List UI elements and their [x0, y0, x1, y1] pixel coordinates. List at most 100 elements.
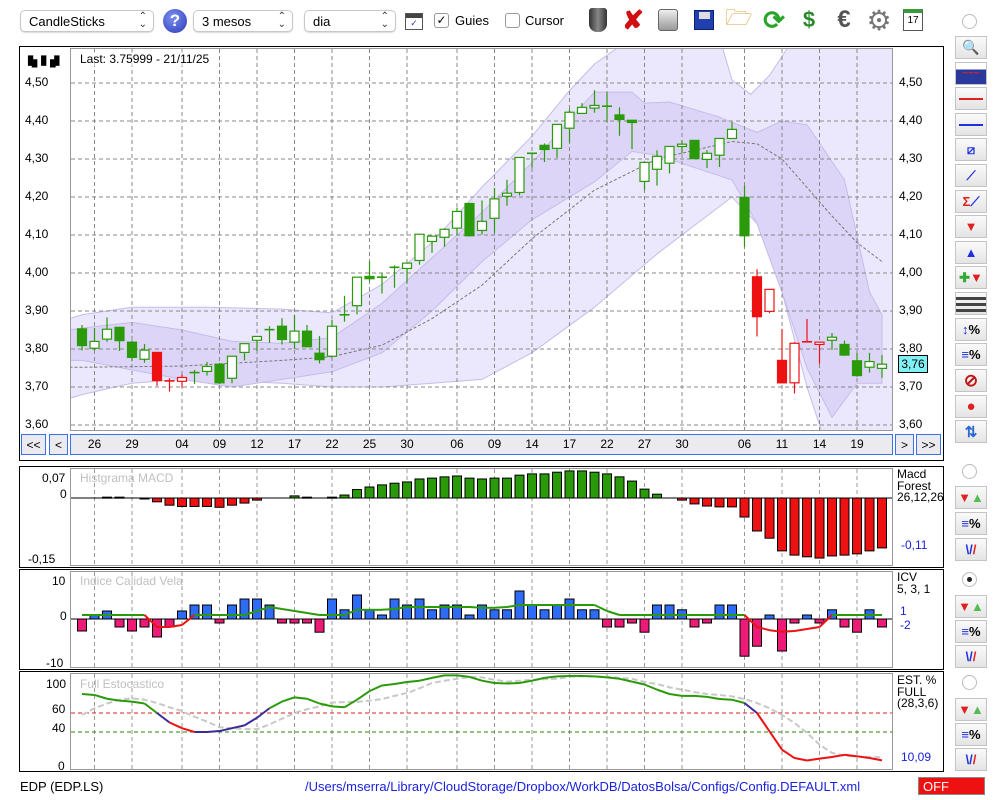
- macd-bar: [302, 496, 312, 499]
- open-folder-icon[interactable]: 🗁: [725, 5, 752, 34]
- candle-body: [451, 210, 463, 229]
- macd-wave-button[interactable]: \//: [955, 538, 987, 561]
- macd-bar: [577, 470, 587, 499]
- stoch-k-segment: [656, 688, 670, 695]
- trash-icon[interactable]: [585, 6, 611, 34]
- nav-first-button[interactable]: <<: [21, 434, 46, 455]
- macd-lines-percent-button[interactable]: ≡%: [955, 512, 987, 535]
- candle-body: [726, 128, 738, 140]
- date-tick-label: 27: [637, 437, 652, 451]
- refresh-icon[interactable]: ⟳: [761, 5, 787, 35]
- cursor-label: Cursor: [525, 13, 565, 28]
- macd-panel-radio[interactable]: [962, 464, 977, 479]
- candle-body: [401, 262, 413, 270]
- add-signal-button[interactable]: ✚▼: [955, 266, 987, 289]
- price-label-left: 4,00: [25, 265, 49, 279]
- macd-bar: [564, 470, 575, 499]
- sell-signal-button[interactable]: ▼: [955, 215, 987, 238]
- delete-icon[interactable]: ✘: [620, 5, 646, 35]
- stoch-wave-button[interactable]: \//: [955, 748, 987, 771]
- icv-signal-segment: [469, 606, 483, 609]
- height-percent-button[interactable]: ↕%: [955, 318, 987, 341]
- interval-select[interactable]: dia ⌃ ⌄: [304, 10, 396, 32]
- nav-next-button[interactable]: >: [895, 434, 914, 455]
- euro-icon[interactable]: €: [831, 6, 857, 34]
- icv-bar: [764, 614, 775, 620]
- help-icon[interactable]: ?: [163, 9, 187, 33]
- icv-signal-value: 1: [900, 604, 907, 618]
- price-label-right: 4,00: [899, 265, 923, 279]
- icv-signals-button[interactable]: ▼▲: [955, 595, 987, 618]
- buy-signal-button[interactable]: ▲: [955, 241, 987, 264]
- icv-bar: [277, 618, 287, 624]
- date-axis-scrollbar[interactable]: [70, 434, 893, 455]
- save-icon[interactable]: [691, 6, 717, 34]
- icv-wave-button[interactable]: \//: [955, 645, 987, 668]
- icv-y-min: -10: [46, 656, 64, 670]
- record-tool-button[interactable]: ●: [955, 395, 987, 418]
- trendline-tool-button[interactable]: ⟋: [955, 164, 987, 187]
- candlestick-chart[interactable]: [71, 49, 892, 430]
- stoch-k-segment: [131, 700, 145, 705]
- stoch-lines-percent-button[interactable]: ≡%: [955, 723, 987, 746]
- stoch-k-segment: [456, 674, 470, 678]
- clear-tool-button[interactable]: ⊘: [955, 369, 987, 392]
- stochastic-chart: [71, 674, 892, 769]
- macd-signals-button[interactable]: ▼▲: [955, 486, 987, 509]
- guides-checkbox[interactable]: ✓: [434, 13, 449, 28]
- macd-bar: [864, 497, 875, 552]
- nav-last-button[interactable]: >>: [916, 434, 941, 455]
- dashed-lines-button[interactable]: ▬▬▬ ▬▬▬ ▬▬▬: [955, 292, 987, 315]
- symbol-label: EDP (EDP.LS): [20, 779, 104, 794]
- candle-body: [576, 106, 588, 114]
- off-status-button[interactable]: OFF: [918, 777, 985, 795]
- chart-thumbnail-button[interactable]: ~~~: [955, 62, 987, 85]
- icv-panel-radio[interactable]: [962, 572, 977, 587]
- config-path-link[interactable]: /Users/mserra/Library/CloudStorage/Dropb…: [305, 779, 860, 794]
- candle-body: [714, 137, 725, 156]
- date-tick-label: 29: [125, 437, 139, 451]
- stoch-k-segment: [143, 702, 158, 714]
- icv-title: Indice Calidad Vela: [80, 574, 183, 588]
- stoch-k-segment: [331, 705, 345, 709]
- icv-bar: [427, 609, 437, 620]
- sigma-trendline-icon: Σ⟋: [962, 193, 980, 209]
- currency-refresh-icon[interactable]: $: [796, 6, 822, 34]
- candle-body: [464, 202, 475, 237]
- macd-bar: [602, 473, 612, 499]
- horizontal-line-blue-button[interactable]: [955, 113, 987, 136]
- stoch-y-0: 0: [58, 759, 65, 773]
- cursor-checkbox[interactable]: [505, 13, 520, 28]
- channel-tool-button[interactable]: ⧄: [955, 138, 987, 161]
- sync-tool-button[interactable]: ⇅: [955, 420, 987, 443]
- period-select[interactable]: 3 mesos ⌃ ⌄: [193, 10, 293, 32]
- icv-lines-percent-button[interactable]: ≡%: [955, 620, 987, 643]
- print-icon[interactable]: [655, 6, 681, 34]
- calendar-icon[interactable]: 17: [900, 6, 926, 34]
- chart-window-icon[interactable]: ✓: [405, 13, 423, 30]
- icv-bar: [302, 618, 312, 624]
- horizontal-line-red-button[interactable]: [955, 87, 987, 110]
- price-label-right: 3,70: [899, 379, 923, 393]
- macd-bar: [177, 497, 187, 507]
- stoch-k-segment: [819, 755, 833, 760]
- price-label-right: 4,50: [899, 75, 923, 89]
- volume-bars-icon[interactable]: ▮▖▮▗▮: [27, 52, 60, 68]
- nav-prev-button[interactable]: <: [49, 434, 68, 455]
- macd-bar: [839, 497, 850, 556]
- stoch-k-segment: [419, 676, 433, 682]
- stoch-y-40: 40: [52, 721, 66, 735]
- chart-type-select[interactable]: CandleSticks ⌃ ⌄: [20, 10, 154, 32]
- settings-icon[interactable]: ⚙: [866, 5, 892, 36]
- sigma-trendline-button[interactable]: Σ⟋: [955, 190, 987, 213]
- lines-percent-button[interactable]: ≡%: [955, 343, 987, 366]
- macd-bar: [627, 480, 637, 499]
- zoom-tool-button[interactable]: 🔍: [955, 36, 987, 59]
- date-tick-label: 09: [212, 437, 227, 451]
- main-panel-radio[interactable]: [962, 14, 977, 29]
- lines-percent-icon: ≡%: [961, 516, 981, 531]
- icv-y-max: 10: [52, 574, 66, 588]
- stochastic-panel-radio[interactable]: [962, 675, 977, 690]
- stoch-signals-button[interactable]: ▼▲: [955, 698, 987, 721]
- stoch-k-segment: [231, 724, 245, 730]
